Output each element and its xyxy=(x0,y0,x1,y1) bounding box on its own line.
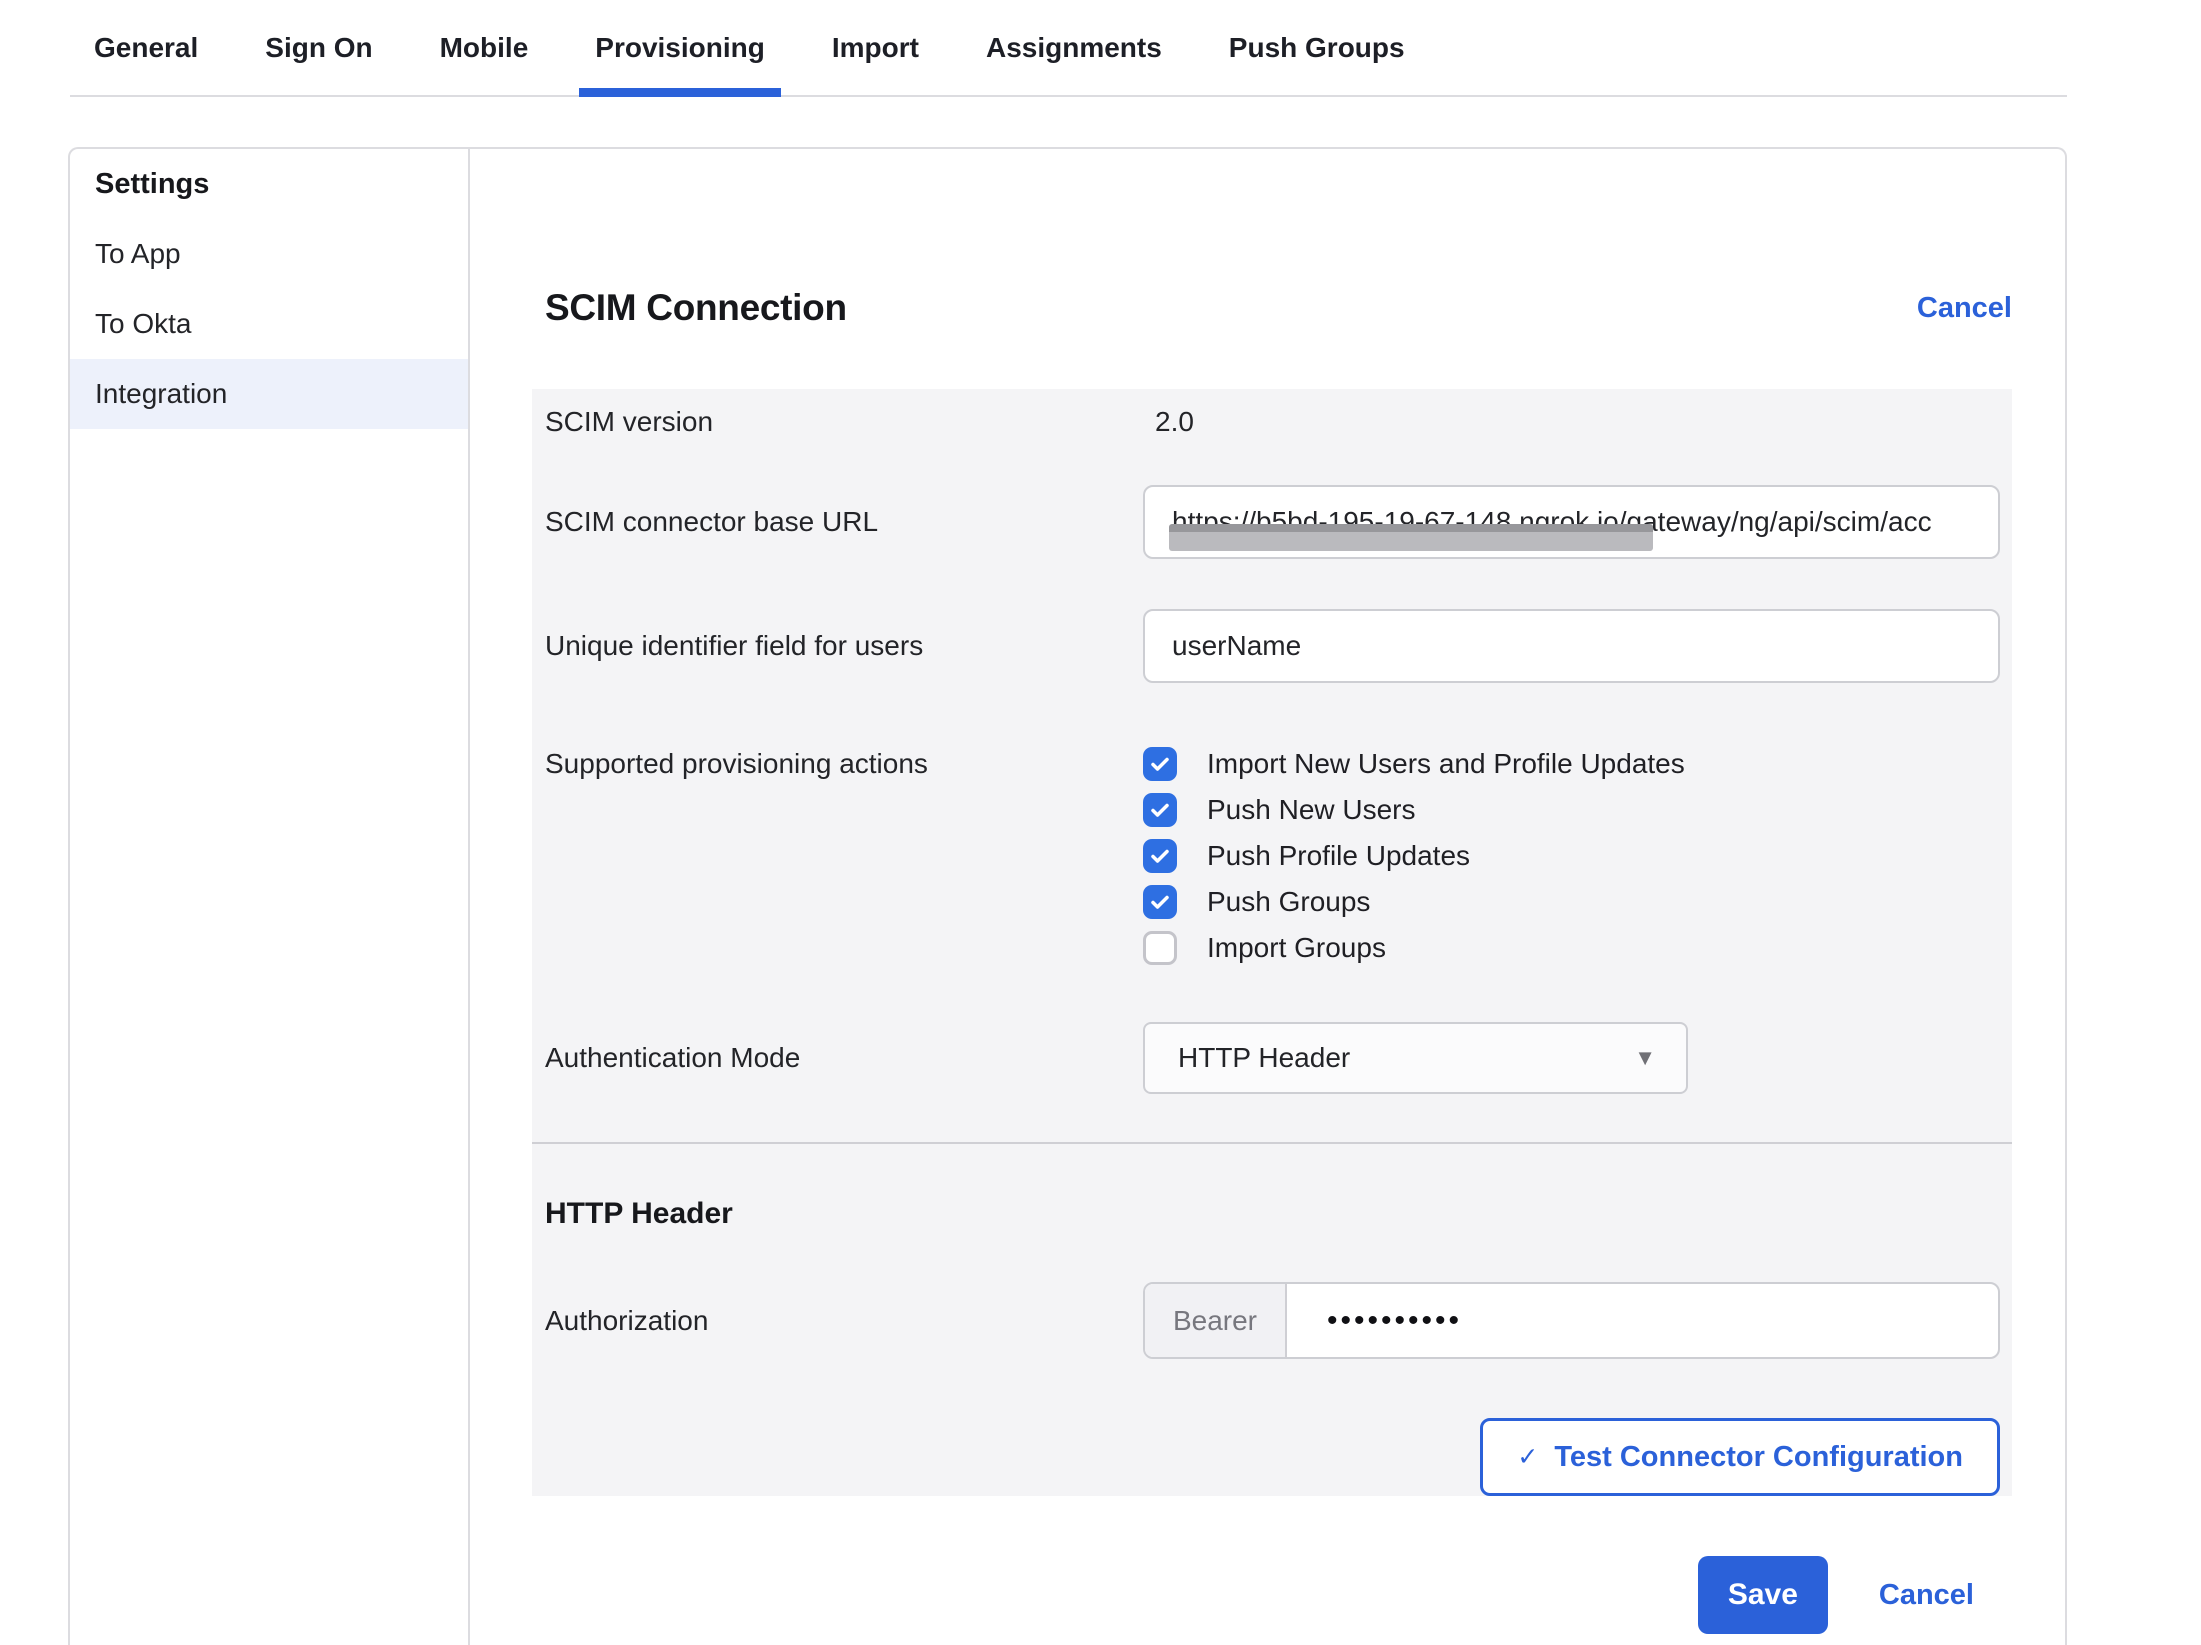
settings-sidebar: Settings To AppTo OktaIntegration xyxy=(70,149,470,1645)
page-title: SCIM Connection xyxy=(545,287,847,329)
action-row-push-groups: Push Groups xyxy=(1143,879,1685,925)
scim-version-value: 2.0 xyxy=(1143,406,1194,438)
chevron-down-icon: ▼ xyxy=(1634,1045,1656,1071)
scim-form-panel: SCIM version 2.0 SCIM connector base URL… xyxy=(532,389,2012,1496)
action-label: Import New Users and Profile Updates xyxy=(1207,748,1685,780)
form-footer: Save Cancel xyxy=(545,1556,2012,1634)
sidebar-title: Settings xyxy=(70,149,468,219)
check-icon: ✓ xyxy=(1517,1445,1538,1470)
tab-sign-on[interactable]: Sign On xyxy=(265,0,372,95)
cancel-link-bottom[interactable]: Cancel xyxy=(1879,1579,1974,1612)
authorization-input-group: Bearer •••••••••• xyxy=(1143,1282,2000,1359)
tab-assignments[interactable]: Assignments xyxy=(986,0,1162,95)
save-button[interactable]: Save xyxy=(1698,1556,1828,1634)
action-row-push-profile-updates: Push Profile Updates xyxy=(1143,833,1685,879)
base-url-label: SCIM connector base URL xyxy=(545,506,1143,538)
section-heading-row: SCIM Connection Cancel xyxy=(545,287,2012,329)
scim-version-row: SCIM version 2.0 xyxy=(545,399,2000,445)
checkbox-checked-icon[interactable] xyxy=(1143,747,1177,781)
sidebar-item-integration[interactable]: Integration xyxy=(70,359,468,429)
tab-import[interactable]: Import xyxy=(832,0,919,95)
checkbox-checked-icon[interactable] xyxy=(1143,885,1177,919)
authorization-row: Authorization Bearer •••••••••• xyxy=(545,1282,2000,1359)
sidebar-item-to-app[interactable]: To App xyxy=(70,219,468,289)
provisioning-actions-list: Import New Users and Profile Updates Push… xyxy=(1143,741,1685,971)
action-label: Import Groups xyxy=(1207,932,1386,964)
cancel-link-top[interactable]: Cancel xyxy=(1917,292,2012,325)
auth-mode-label: Authentication Mode xyxy=(545,1042,1143,1074)
test-connector-button[interactable]: ✓ Test Connector Configuration xyxy=(1480,1418,2000,1496)
http-header-heading: HTTP Header xyxy=(545,1197,2000,1231)
sidebar-item-to-okta[interactable]: To Okta xyxy=(70,289,468,359)
sidebar-items: To AppTo OktaIntegration xyxy=(70,219,468,429)
action-row-push-new-users: Push New Users xyxy=(1143,787,1685,833)
test-connector-row: ✓ Test Connector Configuration xyxy=(545,1418,2000,1496)
authorization-label: Authorization xyxy=(545,1305,1143,1337)
unique-id-value: userName xyxy=(1172,630,1301,662)
tab-provisioning[interactable]: Provisioning xyxy=(595,0,765,95)
unique-id-label: Unique identifier field for users xyxy=(545,630,1143,662)
auth-mode-select[interactable]: HTTP Header ▼ xyxy=(1143,1022,1688,1094)
base-url-input[interactable]: https://b5bd-195-19-67-148.ngrok.io/gate… xyxy=(1143,485,2000,559)
action-label: Push New Users xyxy=(1207,794,1416,826)
auth-mode-value: HTTP Header xyxy=(1178,1042,1350,1074)
action-label: Push Groups xyxy=(1207,886,1370,918)
test-connector-label: Test Connector Configuration xyxy=(1554,1441,1963,1474)
action-row-import-new-users-and-profile-updates: Import New Users and Profile Updates xyxy=(1143,741,1685,787)
checkbox-checked-icon[interactable] xyxy=(1143,839,1177,873)
scim-version-label: SCIM version xyxy=(545,406,1143,438)
provisioning-settings-page: General Sign On Mobile Provisioning Import As… xyxy=(0,0,2201,1645)
action-row-import-groups: Import Groups xyxy=(1143,925,1685,971)
base-url-row: SCIM connector base URL https://b5bd-195… xyxy=(545,485,2000,559)
redaction-bar xyxy=(1169,524,1653,551)
unique-id-row: Unique identifier field for users userNa… xyxy=(545,609,2000,683)
tab-push-groups[interactable]: Push Groups xyxy=(1229,0,1405,95)
checkbox-unchecked-icon[interactable] xyxy=(1143,931,1177,965)
provisioning-actions-row: Supported provisioning actions Import Ne… xyxy=(545,741,2000,971)
tab-general[interactable]: General xyxy=(94,0,198,95)
provisioning-actions-label: Supported provisioning actions xyxy=(545,741,1143,787)
settings-card: Settings To AppTo OktaIntegration SCIM C… xyxy=(68,147,2067,1645)
base-url-visible-text: /gateway/ng/api/scim/acc xyxy=(1619,506,1932,538)
panel-divider xyxy=(532,1142,2012,1144)
auth-mode-row: Authentication Mode HTTP Header ▼ xyxy=(545,1022,2000,1094)
bearer-token-input[interactable]: •••••••••• xyxy=(1287,1284,1462,1357)
checkbox-checked-icon[interactable] xyxy=(1143,793,1177,827)
bearer-prefix: Bearer xyxy=(1145,1284,1287,1357)
scim-connection-section: SCIM Connection Cancel SCIM version 2.0 … xyxy=(472,149,2065,1645)
unique-id-input[interactable]: userName xyxy=(1143,609,2000,683)
action-label: Push Profile Updates xyxy=(1207,840,1470,872)
tab-mobile[interactable]: Mobile xyxy=(440,0,529,95)
app-tab-bar: General Sign On Mobile Provisioning Import As… xyxy=(70,0,2067,97)
